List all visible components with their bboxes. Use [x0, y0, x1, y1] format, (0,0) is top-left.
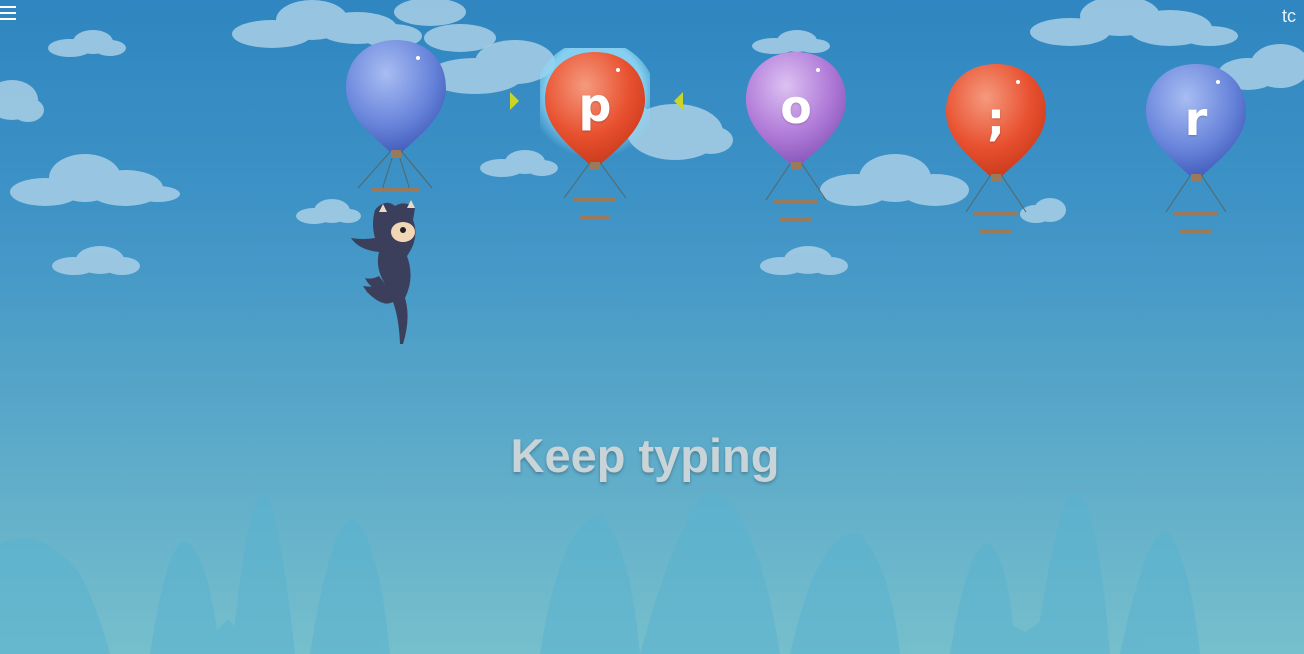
- balloon-letter: r: [1184, 92, 1208, 146]
- balloon-blue-graphic: [1146, 64, 1246, 233]
- balloon-3: o: [744, 50, 864, 250]
- cloud: [48, 30, 126, 57]
- balloon-red-graphic: [946, 64, 1046, 233]
- balloon-letter: o: [780, 80, 812, 134]
- user-initials[interactable]: tc: [1282, 6, 1296, 27]
- hamburger-menu-icon[interactable]: [0, 6, 16, 22]
- cloud: [10, 154, 180, 206]
- cloud: [0, 80, 44, 122]
- mountain-silhouettes: [0, 492, 1200, 654]
- balloon-red-graphic: [533, 40, 657, 219]
- balloon-4: ;: [944, 62, 1064, 262]
- active-marker-left-icon: [510, 92, 519, 110]
- balloon-purple-graphic: [746, 52, 846, 221]
- balloon-blue-graphic: [346, 40, 446, 192]
- status-message: Keep typing: [510, 429, 780, 482]
- balloon-5: r: [1144, 62, 1264, 262]
- ninja-character: [351, 200, 416, 344]
- cloud: [1030, 0, 1238, 46]
- balloon-letter: p: [578, 78, 612, 132]
- cloud: [52, 246, 140, 275]
- balloon-2-active: p: [533, 40, 660, 248]
- active-marker-right-icon: [674, 92, 683, 110]
- balloon-letter: ;: [986, 92, 1006, 146]
